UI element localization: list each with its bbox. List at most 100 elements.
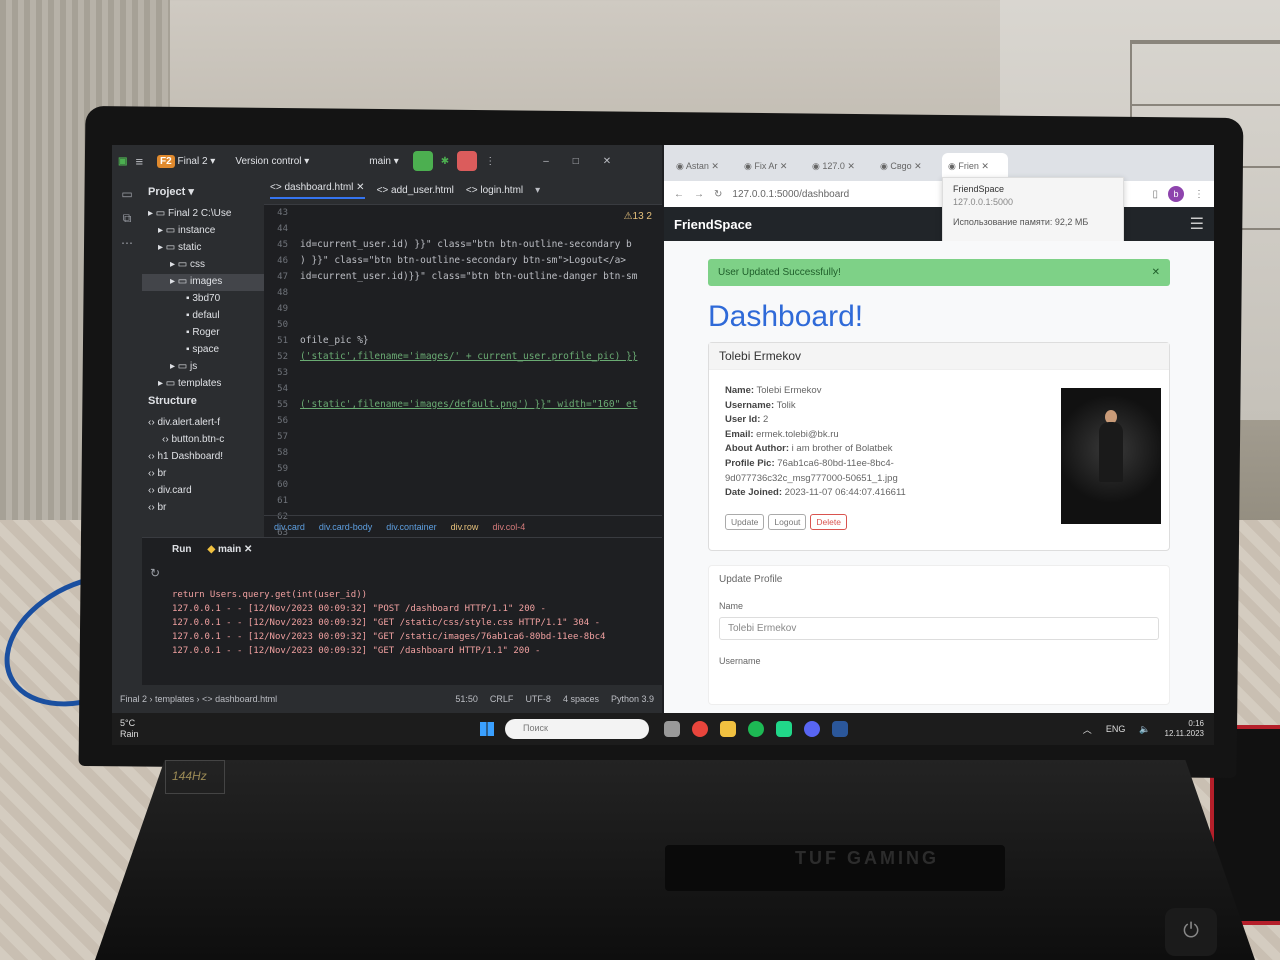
stop-button[interactable] [457, 151, 478, 171]
update-button[interactable]: Update [725, 514, 765, 530]
project-tree-item[interactable]: ▸ ▭ instance [142, 223, 264, 240]
project-tree-item[interactable]: ▸ ▭ templates [142, 376, 264, 387]
structure-item[interactable]: ‹› button.btn-c [142, 432, 264, 449]
language-indicator[interactable]: ENG [1106, 724, 1126, 734]
main-menu-icon[interactable]: ≡ [135, 154, 143, 169]
word-icon[interactable] [832, 721, 848, 737]
taskbar-search[interactable]: Поиск [505, 719, 649, 739]
volume-icon[interactable]: 🔈 [1139, 724, 1150, 735]
breadcrumb-item[interactable]: div.col-4 [492, 522, 525, 532]
project-tree-item[interactable]: ▸ ▭ images [142, 274, 264, 291]
cursor-position[interactable]: 51:50 [455, 694, 478, 704]
line-number: 61 [277, 496, 288, 506]
breadcrumb-item[interactable]: div.card-body [319, 522, 372, 532]
pycharm-icon[interactable] [776, 721, 792, 737]
tray-chevron-icon[interactable]: ︿ [1083, 723, 1092, 736]
name-field[interactable]: Tolebi Ermekov [719, 617, 1159, 640]
run-config-tab[interactable]: ◆ main ✕ [207, 544, 252, 555]
browser-tab[interactable]: ◉ Свgo ✕ [874, 153, 940, 181]
forward-icon[interactable]: → [694, 189, 704, 200]
structure-item[interactable]: ‹› h1 Dashboard! [142, 449, 264, 466]
structure-item[interactable]: ‹› div.alert.alert-f [142, 415, 264, 432]
project-panel: Project ▾ ▸ ▭ Final 2 C:\Use ▸ ▭ instance… [142, 177, 264, 387]
tooltip-memory: Использование памяти: 92,2 МБ [953, 217, 1089, 227]
weather-widget[interactable]: 5°C Rain [120, 718, 180, 740]
breadcrumb-item[interactable]: div.row [451, 522, 479, 532]
code-line: ofile_pic %} [300, 335, 369, 346]
reload-icon[interactable]: ↻ [714, 189, 722, 200]
more-icon[interactable]: ⋮ [485, 156, 495, 167]
sidebar-icon[interactable]: ▯ [1152, 189, 1158, 200]
logout-button[interactable]: Logout [768, 514, 807, 530]
debug-icon[interactable]: ✱ [441, 156, 449, 167]
ide-body: ▭ ⧉ ⋯ Project ▾ ▸ ▭ Final 2 C:\Use ▸ ▭ in… [112, 177, 662, 685]
delete-button[interactable]: Delete [810, 514, 847, 530]
tab-login[interactable]: <> login.html [466, 185, 523, 196]
clock[interactable]: 0:16 12.11.2023 [1165, 719, 1204, 739]
structure-item[interactable]: ‹› br [142, 500, 264, 517]
project-tree-item[interactable]: ▪ defaul [142, 308, 264, 325]
breadcrumb-item[interactable]: div.container [386, 522, 436, 532]
profile-avatar[interactable]: b [1168, 186, 1184, 202]
status-path[interactable]: Final 2 › templates › <> dashboard.html [120, 694, 277, 704]
discord-icon[interactable] [804, 721, 820, 737]
run-label: Run [172, 543, 192, 555]
run-button[interactable] [412, 151, 433, 171]
folder-icon[interactable]: ▭ [112, 187, 142, 201]
refresh-rate-badge: 144Hz [165, 760, 225, 794]
pinned-apps [664, 721, 848, 737]
close-icon[interactable]: ✕ [603, 156, 611, 167]
interpreter[interactable]: Python 3.9 [611, 694, 654, 704]
project-tree-item[interactable]: ▸ ▭ css [142, 257, 264, 274]
tab-add-user[interactable]: <> add_user.html [377, 185, 454, 196]
back-icon[interactable]: ← [674, 189, 684, 200]
minimize-icon[interactable]: – [543, 156, 549, 167]
browser-tab[interactable]: ◉ 127.0 ✕ [806, 153, 872, 181]
file-encoding[interactable]: UTF-8 [525, 694, 551, 704]
explorer-icon[interactable] [720, 721, 736, 737]
indent-setting[interactable]: 4 spaces [563, 694, 599, 704]
power-button-icon[interactable]: ⏻ [1165, 908, 1217, 956]
structure-item[interactable]: ‹› br [142, 466, 264, 483]
breadcrumb-item[interactable]: div.card [274, 522, 305, 532]
code-editor: <> dashboard.html ✕ <> add_user.html <> … [264, 177, 662, 538]
more-tools-icon[interactable]: ⋯ [112, 236, 142, 250]
project-switcher[interactable]: F2 Final 2 ▾ [151, 154, 221, 169]
project-tree-item[interactable]: ▸ ▭ static [142, 240, 264, 257]
weather-temp: 5°C [120, 718, 136, 728]
line-number: 51 [277, 336, 288, 346]
plugins-icon[interactable]: ⧉ [112, 211, 142, 226]
alert-close-icon[interactable]: ✕ [1152, 267, 1160, 278]
browser-tab[interactable]: ◉ Fix Ar ✕ [738, 153, 804, 181]
task-view-icon[interactable] [664, 721, 680, 737]
project-tree-item[interactable]: ▪ Roger [142, 325, 264, 342]
tab-dashboard[interactable]: <> dashboard.html ✕ [270, 182, 365, 199]
run-config-selector[interactable]: main ▾ [363, 154, 405, 169]
line-number: 54 [277, 384, 288, 394]
tabs-overflow-icon[interactable]: ▾ [535, 185, 540, 196]
code-line: ('static',filename='images/' + current_u… [300, 351, 638, 362]
line-number: 43 [277, 208, 288, 218]
project-tree-item[interactable]: ▪ 3bd70 [142, 291, 264, 308]
spotify-icon[interactable] [748, 721, 764, 737]
vcs-menu[interactable]: Version control ▾ [229, 154, 315, 169]
maximize-icon[interactable]: □ [573, 156, 579, 167]
project-tree-item[interactable]: ▪ space [142, 342, 264, 359]
project-tree-item[interactable]: ▸ ▭ js [142, 359, 264, 376]
code-text[interactable]: id=current_user.id) }}" class="btn btn-o… [300, 205, 662, 515]
structure-item[interactable]: ‹› div.card [142, 483, 264, 500]
hamburger-icon[interactable]: ☰ [1190, 214, 1204, 234]
success-alert: User Updated Successfully! ✕ [708, 259, 1170, 286]
line-separator[interactable]: CRLF [490, 694, 514, 704]
windows-start-icon[interactable] [480, 722, 494, 736]
rerun-icon[interactable]: ↻ [150, 566, 160, 580]
browser-tab[interactable]: ◉ Astan ✕ [670, 153, 736, 181]
project-panel-title[interactable]: Project ▾ [142, 177, 264, 206]
chrome-icon[interactable] [692, 721, 708, 737]
project-tree-item[interactable]: ▸ ▭ Final 2 C:\Use [142, 206, 264, 223]
menu-icon[interactable]: ⋮ [1194, 189, 1204, 200]
site-brand[interactable]: FriendSpace [674, 217, 752, 232]
